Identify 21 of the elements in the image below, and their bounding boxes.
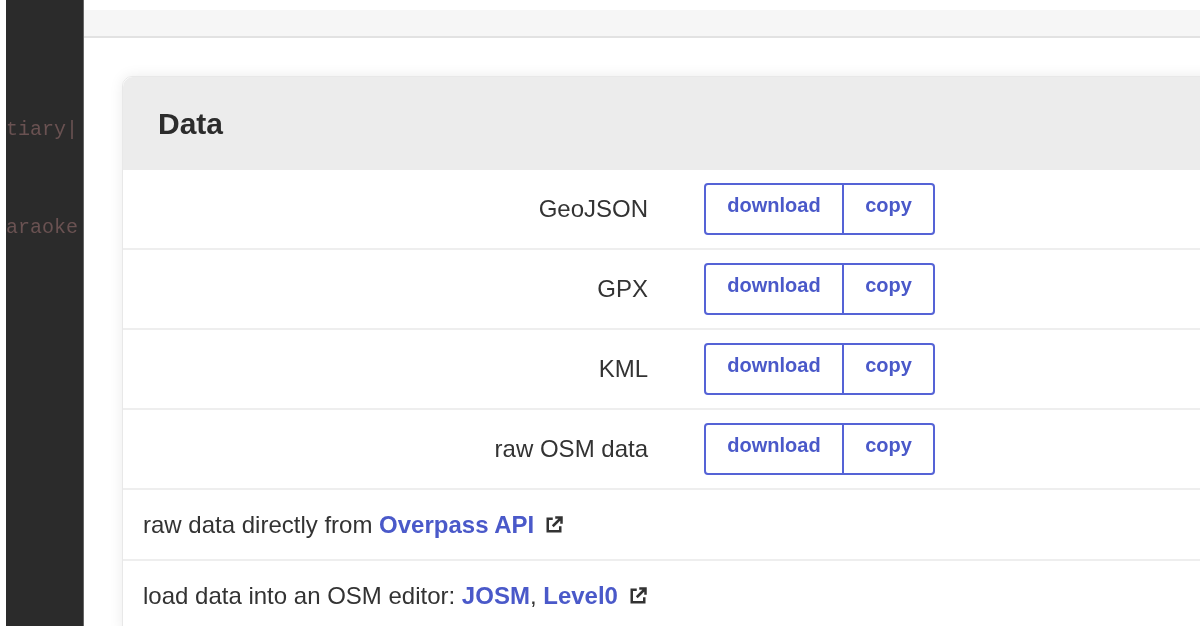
format-label: KML [597,355,648,383]
download-button[interactable]: download [704,423,844,475]
code-line: araoke [6,215,79,241]
link[interactable]: Level0 [543,581,618,609]
dialog-title: Data [158,106,224,141]
format-label: raw OSM data [493,435,648,463]
note-text: raw data directly from Overpass API [143,510,565,539]
copy-button[interactable]: copy [844,183,935,235]
link[interactable]: JOSM [461,581,530,609]
download-button[interactable]: download [704,263,844,315]
copy-button[interactable]: copy [844,343,935,395]
download-button[interactable]: download [704,343,844,395]
note-text: load data into an OSM editor: JOSM, Level0 [143,581,648,610]
code-line: tiary| [6,117,79,143]
format-label: GPX [596,275,648,303]
copy-button[interactable]: copy [844,423,935,475]
copy-button[interactable]: copy [844,263,935,315]
link[interactable]: Overpass API [379,510,535,538]
format-label: GeoJSON [537,195,648,223]
download-button[interactable]: download [704,183,844,235]
external-link-icon[interactable] [544,514,565,535]
